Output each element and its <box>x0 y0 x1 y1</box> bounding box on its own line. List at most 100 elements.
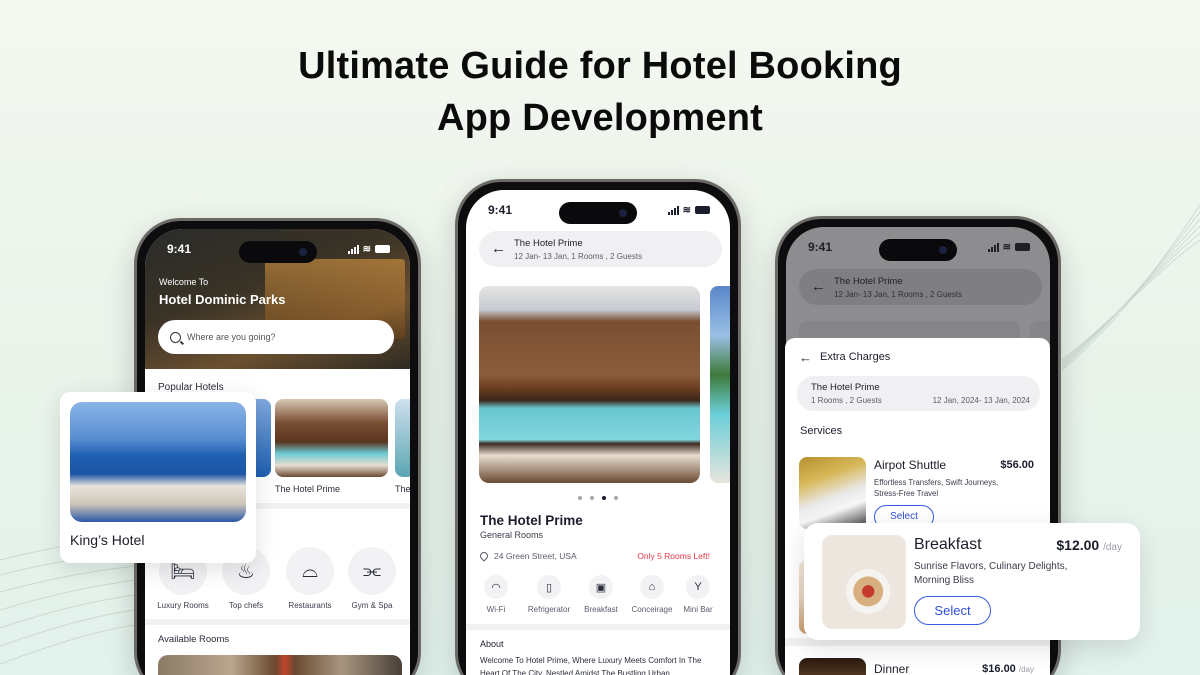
search-input[interactable]: Where are you going? <box>158 320 394 354</box>
status-bar: 9:41 ≋ <box>488 200 710 220</box>
status-time: 9:41 <box>167 242 192 256</box>
hotel-next-image[interactable] <box>710 286 730 483</box>
room-type: General Rooms <box>480 530 544 540</box>
amenity-label: Wi-Fi <box>486 605 506 614</box>
detail-screen: 9:41 ≋ ← The Hotel Prime 12 Jan- 13 Jan,… <box>466 190 730 675</box>
headline-line-1: Ultimate Guide for Hotel Booking <box>298 45 902 87</box>
service-name: Breakfast <box>914 536 982 553</box>
popular-hotel-name: The Hotel Prime <box>275 484 341 494</box>
wifi-icon: ◠ <box>484 575 508 599</box>
bell-icon: ⌂ <box>640 575 664 599</box>
price-value: $16.00 <box>982 663 1016 675</box>
battery-icon <box>695 206 710 214</box>
hotel-title: The Hotel Prime <box>480 513 583 528</box>
cocktail-icon: Y <box>686 575 710 599</box>
breakfast-service-card: Breakfast $12.00 /day Sunrise Flavors, C… <box>804 523 1140 640</box>
popular-hotel-name: The <box>395 484 410 494</box>
section-divider <box>466 624 730 630</box>
amenity-breakfast: ▣ Breakfast <box>574 575 628 614</box>
available-rooms-title: Available Rooms <box>158 634 230 645</box>
welcome-label: Welcome To <box>159 277 209 287</box>
kings-hotel-card[interactable]: King’s Hotel <box>60 392 256 563</box>
wifi-icon: ≋ <box>1002 241 1011 253</box>
amenity-label: Breakfast <box>584 605 618 614</box>
cloche-icon: ⌓ <box>286 547 334 595</box>
service-description: Sunrise Flavors, Culinary Delights, Morn… <box>914 561 1068 586</box>
back-arrow-icon: ← <box>811 278 826 295</box>
wifi-icon: ≋ <box>362 243 371 255</box>
availability-alert: Only 5 Rooms Left! <box>637 551 710 561</box>
available-room-image[interactable] <box>158 655 402 675</box>
amenity-mini-bar: Y Mini Bar <box>671 575 725 614</box>
carousel-dot[interactable] <box>614 496 618 500</box>
wifi-icon: ≋ <box>682 204 691 216</box>
category-label: Gym & Spa <box>351 601 393 610</box>
booking-header: ← The Hotel Prime 12 Jan- 13 Jan, 1 Room… <box>799 269 1042 305</box>
amenity-refrigerator: ▯ Refrigerator <box>522 575 576 614</box>
service-price: $12.00 /day <box>1056 537 1122 553</box>
category-label: Luxury Rooms <box>157 601 209 610</box>
about-title: About <box>480 639 504 649</box>
price-value: $12.00 <box>1056 537 1100 553</box>
refrigerator-icon: ▯ <box>537 575 561 599</box>
services-title: Services <box>800 425 843 437</box>
price-unit: /day <box>1018 665 1034 674</box>
popular-hotel-card[interactable] <box>395 399 410 477</box>
popular-hotel-card[interactable] <box>275 399 388 477</box>
location-pin-icon <box>478 550 490 562</box>
signal-icon <box>987 242 999 252</box>
amenity-label: Refrigerator <box>527 605 571 614</box>
dinner-image <box>799 658 866 675</box>
service-price: $56.00 <box>1000 459 1034 471</box>
about-body: Welcome To Hotel Prime, Where Luxury Mee… <box>480 656 702 675</box>
category-gym-spa[interactable]: ⫘ Gym & Spa <box>345 547 399 610</box>
service-name: Dinner <box>874 662 910 675</box>
breakfast-image <box>822 535 906 629</box>
category-label: Top chefs <box>228 601 264 610</box>
search-placeholder: Where are you going? <box>187 332 276 342</box>
summary-hotel: The Hotel Prime <box>811 382 880 393</box>
select-breakfast-button[interactable]: Select <box>914 596 991 625</box>
booking-summary: The Hotel Prime 1 Rooms , 2 Guests 12 Ja… <box>797 376 1040 411</box>
section-divider <box>145 619 410 625</box>
hotel-main-image[interactable] <box>479 286 700 483</box>
header-hotel-name: The Hotel Prime <box>834 276 903 287</box>
hotel-name: Hotel Dominic Parks <box>159 292 286 307</box>
toast-icon: ▣ <box>589 575 613 599</box>
header-hotel-name: The Hotel Prime <box>514 238 583 249</box>
headline-line-2: App Development <box>436 97 764 139</box>
amenity-wifi: ◠ Wi-Fi <box>469 575 523 614</box>
carousel-dot[interactable] <box>578 496 582 500</box>
service-description: Effortless Transfers, Swift Journeys, St… <box>874 478 999 498</box>
address-text: 24 Green Street, USA <box>494 551 577 561</box>
dumbbell-icon: ⫘ <box>348 547 396 595</box>
carousel-indicator <box>466 496 730 500</box>
category-label: Restaurants <box>288 601 332 610</box>
hotel-address: 24 Green Street, USA <box>478 550 577 562</box>
carousel-dot-active[interactable] <box>602 496 606 500</box>
status-bar: 9:41 ≋ <box>808 237 1030 257</box>
summary-guests: 1 Rooms , 2 Guests <box>811 396 882 405</box>
status-bar: 9:41 ≋ <box>167 239 390 259</box>
header-booking-summary: 12 Jan- 13 Jan, 1 Rooms , 2 Guests <box>514 252 643 261</box>
search-icon <box>170 331 181 343</box>
phone-hotel-detail: 9:41 ≋ ← The Hotel Prime 12 Jan- 13 Jan,… <box>455 179 741 675</box>
status-time: 9:41 <box>488 203 513 217</box>
carousel-dot[interactable] <box>590 496 594 500</box>
category-restaurants[interactable]: ⌓ Restaurants <box>283 547 337 610</box>
header-booking-summary: 12 Jan- 13 Jan, 1 Rooms , 2 Guests <box>834 290 963 299</box>
signal-icon <box>347 244 359 254</box>
booking-header[interactable]: ← The Hotel Prime 12 Jan- 13 Jan, 1 Room… <box>479 231 722 267</box>
signal-icon <box>667 205 679 215</box>
sheet-title: Extra Charges <box>820 351 891 363</box>
back-arrow-icon[interactable]: ← <box>799 350 812 365</box>
service-name: Airpot Shuttle <box>874 458 947 472</box>
battery-icon <box>1015 243 1030 251</box>
status-time: 9:41 <box>808 240 833 254</box>
amenity-label: Mini Bar <box>683 605 713 614</box>
back-arrow-icon[interactable]: ← <box>491 240 506 257</box>
battery-icon <box>375 245 390 253</box>
airport-shuttle-image <box>799 457 866 529</box>
kings-hotel-image <box>70 402 246 522</box>
price-unit: /day <box>1103 542 1122 553</box>
